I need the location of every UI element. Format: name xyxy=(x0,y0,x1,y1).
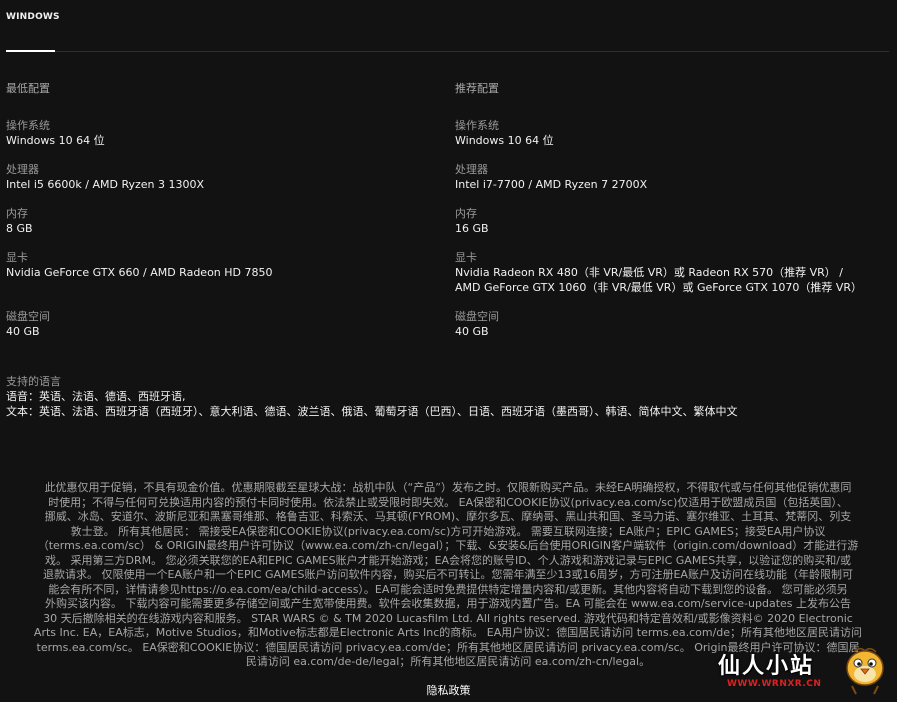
legal-line: 敦士登。 所有其他居民： 需接受EA保密和COOKIE协议(privacy.ea… xyxy=(70,524,826,538)
spec-value: 40 GB xyxy=(6,325,40,338)
site-watermark: 仙人小站 WWW.WRNXR.CN xyxy=(718,644,894,698)
spec-value: 40 GB xyxy=(455,325,489,338)
legal-line: 时使用；不得与任何可兑换适用内容的预付卡同时使用。依法禁止或受限时即失效。 EA… xyxy=(48,495,848,509)
spec-label: 操作系统 xyxy=(6,119,50,132)
legal-line: 退款请求。 仅限使用一个EA账户和一个EPIC GAMES账户访问软件内容，购买… xyxy=(43,568,853,581)
spec-label: 磁盘空间 xyxy=(455,310,499,323)
legal-line: （terms.ea.com/sc） & ORIGIN最终用户许可协议（www.e… xyxy=(37,539,859,552)
legal-line: Arts Inc. EA，EA标志，Motive Studios，和Motive… xyxy=(33,626,863,639)
spec-value: Nvidia GeForce GTX 660 / AMD Radeon HD 7… xyxy=(6,266,273,279)
bird-mascot-icon xyxy=(846,648,884,695)
spec-value: Nvidia Radeon RX 480（非 VR/最低 VR）或 Radeon… xyxy=(455,266,843,279)
legal-line: 此优惠仅用于促销，不具有现金价值。优惠期限截至星球大战：战机中队（“产品”）发布… xyxy=(44,481,852,494)
spec-value: 16 GB xyxy=(455,222,489,235)
spec-label: 显卡 xyxy=(455,251,477,264)
legal-line: 能会有所不同，详情请参见https://o.ea.com/ea/child-ac… xyxy=(48,582,848,596)
spec-value: Windows 10 64 位 xyxy=(455,134,554,147)
legal-line: 挪威、冰岛、安道尔、波斯尼亚和黑塞哥维那、格鲁吉亚、科索沃、马其顿(FYROM)… xyxy=(44,510,852,523)
text-languages: 文本：英语、法语、西班牙语（西班牙）、意大利语、德语、波兰语、俄语、葡萄牙语（巴… xyxy=(6,405,738,418)
spec-value-line2: AMD GeForce GTX 1060（非 VR/最低 VR）或 GeForc… xyxy=(455,281,863,294)
tab-windows[interactable]: WINDOWS xyxy=(6,12,60,22)
recommended-requirements-heading: 推荐配置 xyxy=(455,82,499,95)
spec-cpu: 处理器 Intel i5 6600k / AMD Ryzen 3 1300X xyxy=(6,162,446,192)
spec-label: 显卡 xyxy=(6,251,28,264)
spec-os: 操作系统 Windows 10 64 位 xyxy=(455,118,895,148)
spec-label: 处理器 xyxy=(6,163,39,176)
audio-languages: 语音：英语、法语、德语、西班牙语, xyxy=(6,390,186,403)
spec-cpu: 处理器 Intel i7-7700 / AMD Ryzen 7 2700X xyxy=(455,162,895,192)
platform-tabs: WINDOWS xyxy=(6,0,889,52)
tab-active-indicator xyxy=(6,50,55,52)
spec-label: 处理器 xyxy=(455,163,488,176)
legal-line: 戏。 采用第三方DRM。 您必须关联您的EA和EPIC GAMES账户才能开始游… xyxy=(45,553,851,567)
spec-memory: 内存 8 GB xyxy=(6,206,446,236)
spec-gpu: 显卡 Nvidia Radeon RX 480（非 VR/最低 VR）或 Rad… xyxy=(455,250,895,295)
spec-label: 操作系统 xyxy=(455,119,499,132)
spec-label: 内存 xyxy=(6,207,28,220)
spec-value: Windows 10 64 位 xyxy=(6,134,105,147)
legal-disclaimer: 此优惠仅用于促销，不具有现金价值。优惠期限截至星球大战：战机中队（“产品”）发布… xyxy=(6,481,890,670)
legal-line: 外购买该内容。 下载内容可能需要更多存储空间或产生宽带使用费。软件会收集数据，用… xyxy=(45,597,851,610)
spec-label: 磁盘空间 xyxy=(6,310,50,323)
spec-memory: 内存 16 GB xyxy=(455,206,895,236)
spec-storage: 磁盘空间 40 GB xyxy=(455,309,895,339)
spec-storage: 磁盘空间 40 GB xyxy=(6,309,446,339)
spec-value: Intel i5 6600k / AMD Ryzen 3 1300X xyxy=(6,178,205,191)
legal-line: 30 天后撤除相关的在线游戏内容和服务。 STAR WARS © & TM 20… xyxy=(43,611,853,625)
watermark-url: WWW.WRNXR.CN xyxy=(727,679,822,689)
spec-label: 内存 xyxy=(455,207,477,220)
supported-languages: 支持的语言 语音：英语、法语、德语、西班牙语, 文本：英语、法语、西班牙语（西班… xyxy=(6,374,886,419)
languages-heading: 支持的语言 xyxy=(6,375,61,388)
recommended-requirements: 推荐配置 操作系统 Windows 10 64 位 处理器 Intel i7-7… xyxy=(455,80,895,353)
min-requirements-heading: 最低配置 xyxy=(6,82,50,95)
spec-value: Intel i7-7700 / AMD Ryzen 7 2700X xyxy=(455,178,648,191)
min-requirements: 最低配置 操作系统 Windows 10 64 位 处理器 Intel i5 6… xyxy=(6,80,446,353)
spec-value: 8 GB xyxy=(6,222,33,235)
watermark-logo-text: 仙人小站 xyxy=(718,654,815,679)
spec-os: 操作系统 Windows 10 64 位 xyxy=(6,118,446,148)
spec-gpu: 显卡 Nvidia GeForce GTX 660 / AMD Radeon H… xyxy=(6,250,446,280)
